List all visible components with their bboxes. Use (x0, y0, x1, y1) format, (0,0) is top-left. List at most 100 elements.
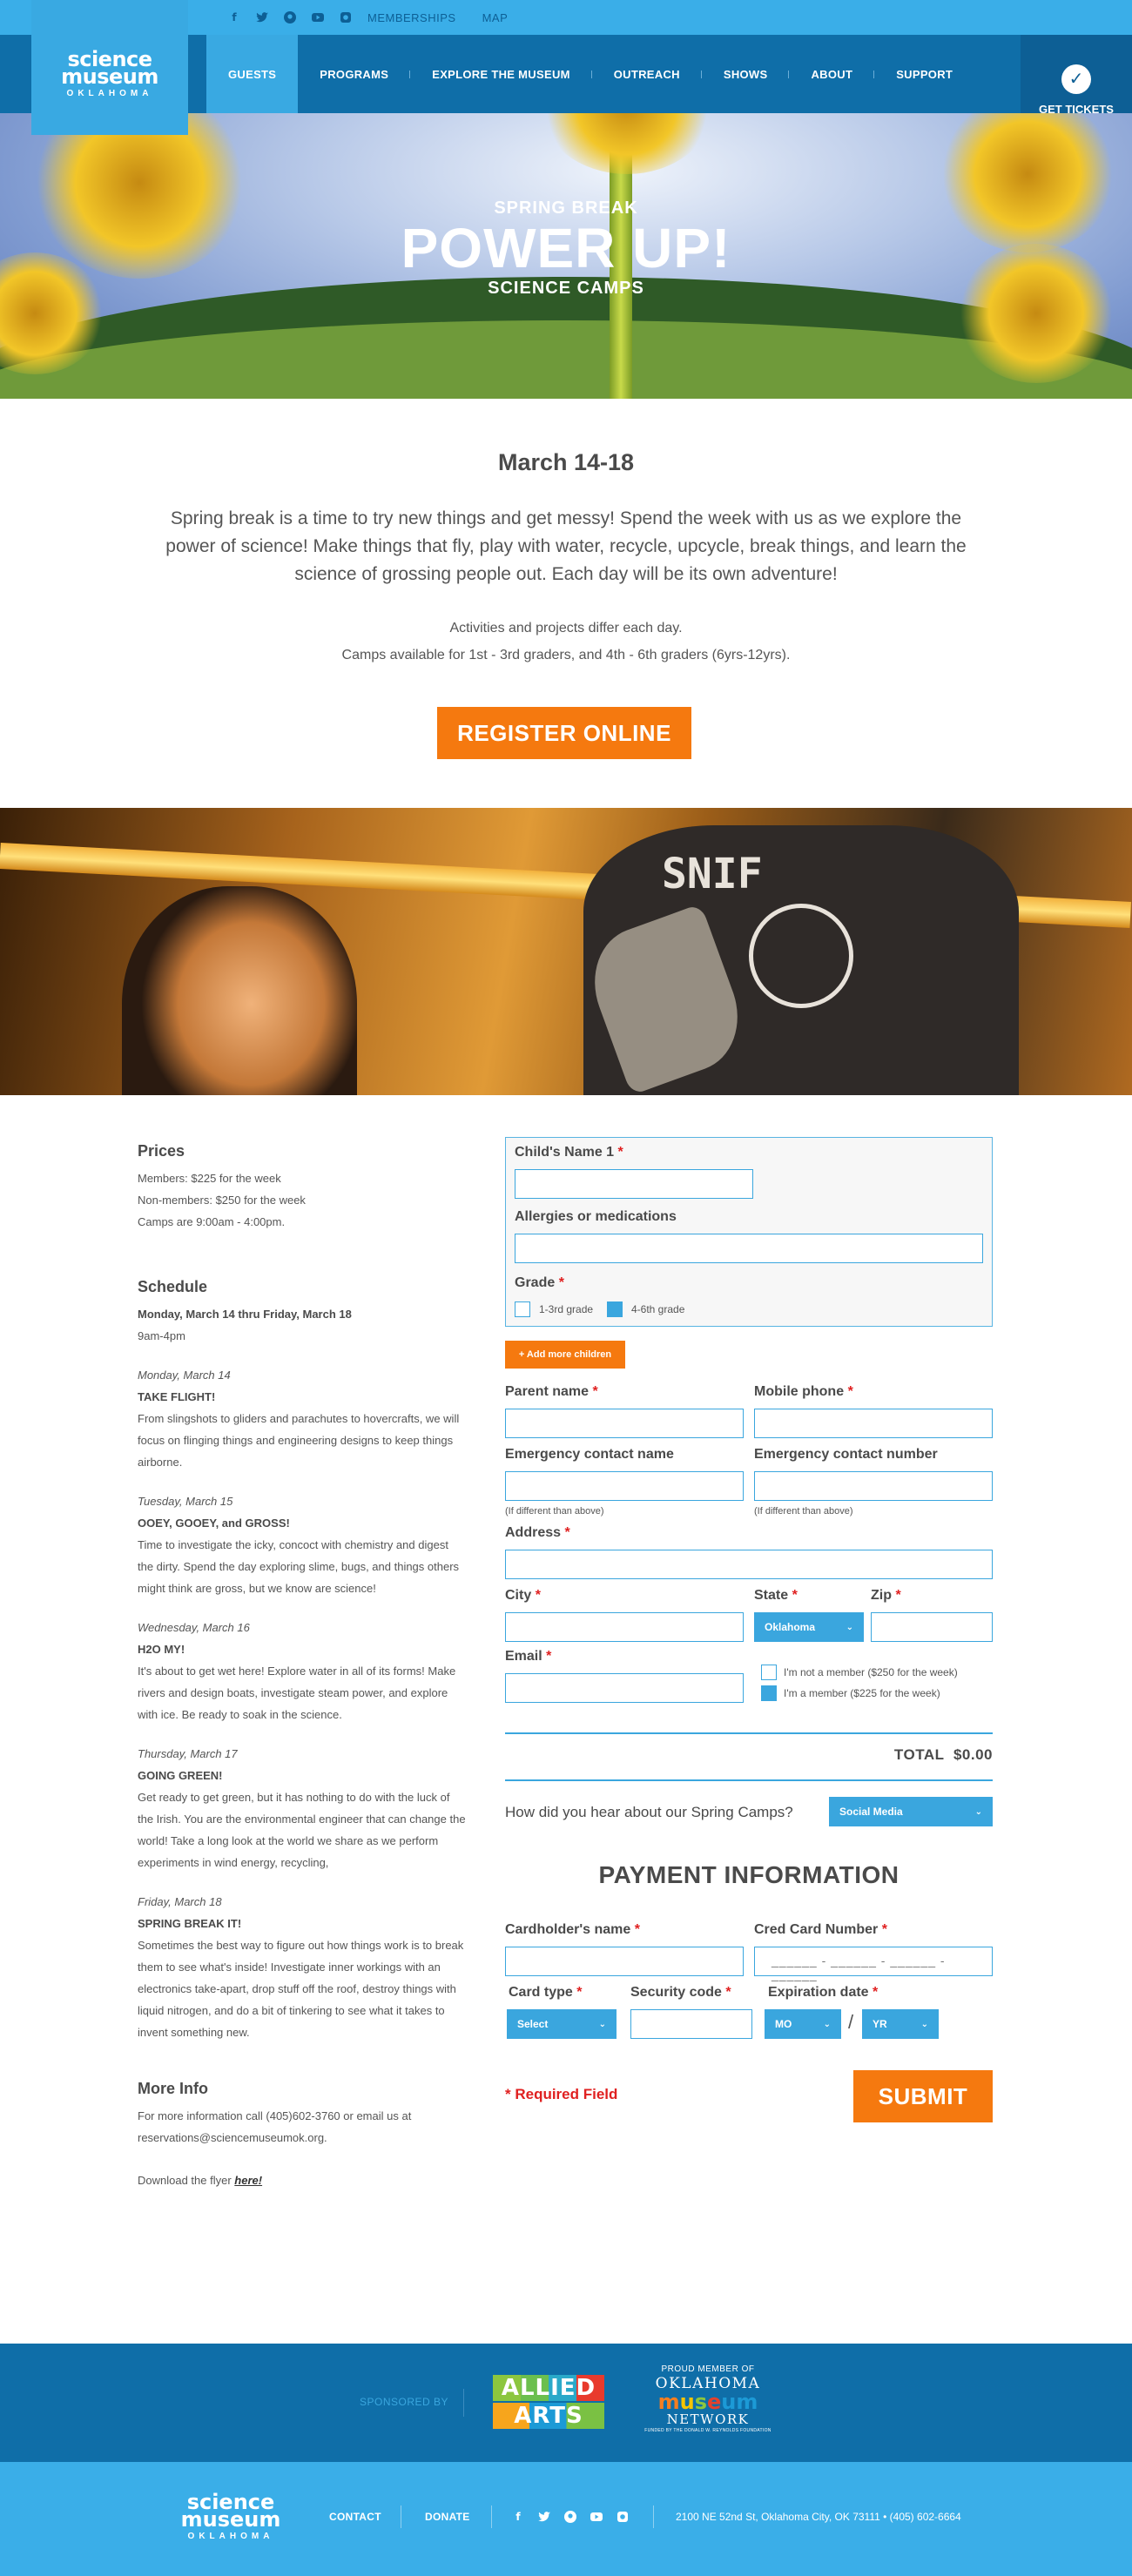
nav-explore[interactable]: EXPLORE THE MUSEUM (410, 35, 592, 113)
twitter-icon[interactable] (254, 10, 270, 25)
email-input[interactable] (505, 1673, 744, 1703)
grade-4-6-checkbox[interactable] (607, 1301, 623, 1317)
footer-contact-link[interactable]: CONTACT (329, 2511, 381, 2523)
youtube-icon[interactable] (310, 10, 326, 25)
nav-support[interactable]: SUPPORT (874, 35, 974, 113)
facebook-icon[interactable]: f (510, 2509, 526, 2525)
divider (491, 2505, 492, 2528)
non-member-checkbox[interactable] (761, 1665, 777, 1680)
instagram-icon[interactable] (615, 2509, 630, 2525)
twitter-icon[interactable] (536, 2509, 552, 2525)
nav-programs[interactable]: PROGRAMS (298, 35, 411, 113)
more-info-heading: More Info (138, 2080, 208, 2097)
nav-outreach[interactable]: OUTREACH (592, 35, 702, 113)
member-checkbox[interactable] (761, 1685, 777, 1701)
state-label: State * (754, 1588, 798, 1603)
top-links: MEMBERSHIPS MAP (367, 0, 508, 35)
emergency-number-label: Emergency contact number (754, 1447, 938, 1462)
submit-button[interactable]: SUBMIT (853, 2070, 993, 2122)
divider (505, 1779, 993, 1781)
youtube-icon[interactable] (589, 2509, 604, 2525)
footer-logo-line3: OKLAHOMA (187, 2532, 274, 2541)
security-code-label: Security code * (630, 1985, 731, 2000)
site-logo[interactable]: science museum OKLAHOMA (31, 0, 188, 135)
address-label: Address * (505, 1525, 570, 1540)
zip-input[interactable] (871, 1612, 993, 1642)
logo-line2: museum (61, 64, 158, 89)
hero-title: POWER UP! (401, 217, 731, 279)
state-select[interactable]: Oklahoma ⌄ (754, 1612, 864, 1642)
add-more-children-button[interactable]: + Add more children (505, 1341, 625, 1369)
grade-1-3-checkbox[interactable] (515, 1301, 530, 1317)
emergency-name-input[interactable] (505, 1471, 744, 1501)
instagram-icon[interactable] (338, 10, 354, 25)
photo-child (122, 886, 357, 1095)
grade-4-6-label: 4-6th grade (631, 1303, 685, 1315)
register-online-button[interactable]: REGISTER ONLINE (437, 707, 691, 759)
mobile-phone-input[interactable] (754, 1409, 993, 1438)
allergies-label: Allergies or medications (515, 1209, 677, 1224)
expiration-year-select[interactable]: YR ⌄ (862, 2009, 939, 2039)
schedule-heading: Schedule (138, 1278, 208, 1295)
network-museum-word: museum (657, 2390, 758, 2414)
flyer-prefix: Download the flyer (138, 2174, 235, 2187)
allergies-input[interactable] (515, 1234, 983, 1263)
day-title: OOEY, GOOEY, and GROSS! (138, 1517, 290, 1530)
cardholder-input[interactable] (505, 1947, 744, 1976)
zip-label: Zip * (871, 1588, 901, 1603)
hear-about-value: Social Media (839, 1806, 903, 1818)
nav-guests[interactable]: GUESTS (206, 35, 299, 113)
intro-note-ages: Camps available for 1st - 3rd graders, a… (341, 648, 791, 662)
map-link[interactable]: MAP (482, 11, 509, 24)
flyer-line: Download the flyer here! (138, 2169, 467, 2191)
allied-arts-logo[interactable]: ALLIED ARTS (488, 2373, 610, 2432)
non-member-label: I'm not a member ($250 for the week) (784, 1666, 958, 1678)
state-value: Oklahoma (765, 1621, 816, 1633)
security-code-input[interactable] (630, 2009, 752, 2039)
card-type-select[interactable]: Select ⌄ (507, 2009, 617, 2039)
schedule-range: Monday, March 14 thru Friday, March 18 (138, 1308, 352, 1321)
sponsor-bar: SPONSORED BY ALLIED ARTS PROUD MEMBER OF… (0, 2344, 1132, 2462)
expiration-month-select[interactable]: MO ⌄ (765, 2009, 841, 2039)
hero-flower (540, 113, 714, 174)
emergency-number-hint: (If different than above) (754, 1506, 853, 1517)
year-value: YR (873, 2018, 887, 2030)
hear-about-label: How did you hear about our Spring Camps? (505, 1804, 793, 1820)
flyer-link[interactable]: here! (234, 2174, 262, 2187)
camp-photo: SNIF (0, 808, 1132, 1095)
card-number-label: Cred Card Number * (754, 1922, 887, 1937)
network-line5: FUNDED BY THE DONALD W. REYNOLDS FOUNDAT… (644, 2428, 772, 2433)
cardholder-label: Cardholder's name * (505, 1922, 640, 1937)
expiration-slash: / (848, 2011, 854, 2033)
footer-social-links: f (510, 2509, 630, 2525)
footer-logo-line2: museum (180, 2507, 281, 2532)
allied-logo-line2: ARTS (493, 2403, 604, 2429)
nav-shows[interactable]: SHOWS (702, 35, 790, 113)
facebook-icon[interactable]: f (226, 10, 242, 25)
schedule-hours: 9am-4pm (138, 1329, 185, 1342)
member-label: I'm a member ($225 for the week) (784, 1687, 940, 1699)
emergency-number-input[interactable] (754, 1471, 993, 1501)
pinterest-icon[interactable] (282, 10, 298, 25)
required-field-note: * Required Field (505, 2086, 618, 2102)
divider (653, 2505, 654, 2528)
city-label: City * (505, 1588, 541, 1603)
logo-line3: OKLAHOMA (66, 89, 153, 98)
hero-banner: SPRING BREAK POWER UP! SCIENCE CAMPS (0, 113, 1132, 399)
footer-logo[interactable]: science museum OKLAHOMA (157, 2492, 305, 2541)
child-name-input[interactable] (515, 1169, 753, 1199)
day-text: Get ready to get green, but it has nothi… (138, 1791, 466, 1869)
network-line1: PROUD MEMBER OF (661, 2364, 755, 2374)
month-value: MO (775, 2018, 792, 2030)
pinterest-icon[interactable] (563, 2509, 578, 2525)
hear-about-select[interactable]: Social Media ⌄ (829, 1797, 993, 1826)
address-input[interactable] (505, 1550, 993, 1579)
parent-name-input[interactable] (505, 1409, 744, 1438)
footer-donate-link[interactable]: DONATE (425, 2511, 470, 2523)
city-input[interactable] (505, 1612, 744, 1642)
museum-network-logo[interactable]: PROUD MEMBER OF OKLAHOMA museum NETWORK … (643, 2364, 773, 2433)
day-title: H2O MY! (138, 1643, 185, 1656)
nav-about[interactable]: ABOUT (789, 35, 874, 113)
memberships-link[interactable]: MEMBERSHIPS (367, 11, 456, 24)
chevron-down-icon: ⌄ (846, 1622, 853, 1632)
